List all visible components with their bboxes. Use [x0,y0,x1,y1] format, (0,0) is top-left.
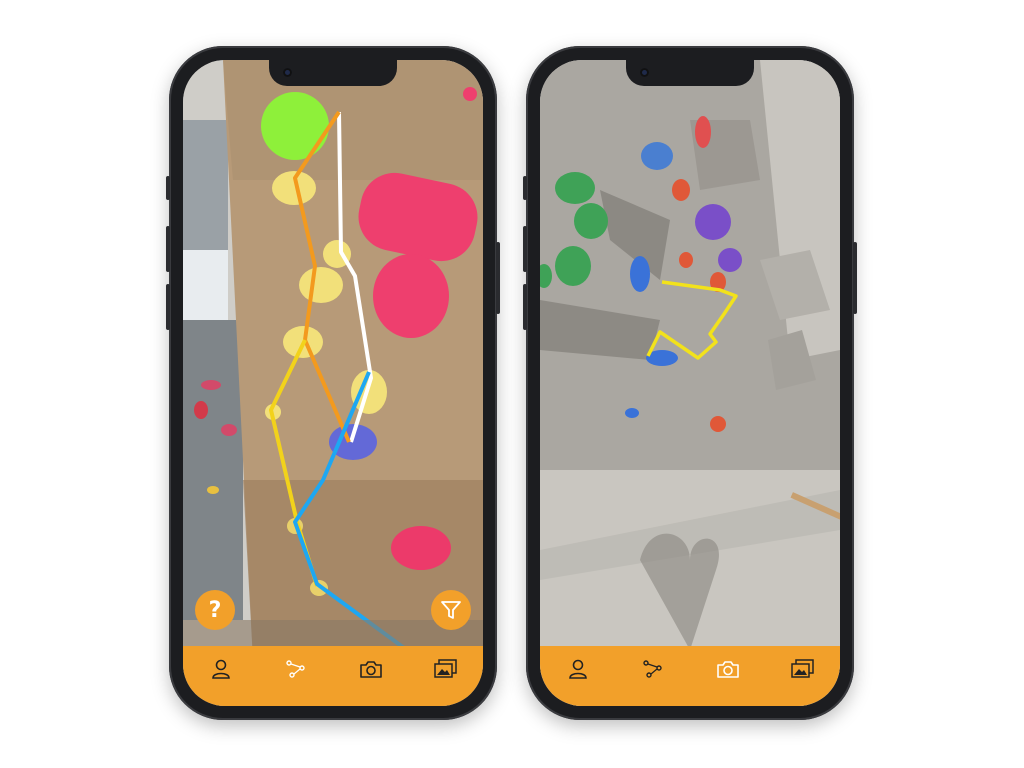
tab-routes[interactable] [276,652,316,686]
bottom-tab-bar [183,646,483,706]
route-icon [642,660,662,678]
phone-frame-right [523,46,857,720]
mute-switch [523,176,527,200]
mute-switch [166,176,170,200]
tab-camera[interactable] [708,652,748,686]
tab-gallery[interactable] [783,652,823,686]
tab-profile[interactable] [201,652,241,686]
screen-right [540,60,840,706]
phone-frame-left: ? [166,46,500,720]
gallery-icon [433,659,457,678]
volume-up-button [166,226,170,272]
notch [626,60,754,86]
camera-icon [716,661,739,678]
volume-down-button [523,284,527,330]
person-icon [211,659,230,679]
front-camera [283,68,292,77]
power-button [496,242,500,314]
tab-camera[interactable] [351,652,391,686]
front-camera [640,68,649,77]
help-label: ? [208,597,222,623]
route-icon [285,660,305,678]
hold-green [261,92,329,160]
screen-left: ? [183,60,483,706]
person-icon [568,659,587,679]
tab-profile[interactable] [558,652,598,686]
camera-icon [359,661,382,678]
volume-down-button [166,284,170,330]
power-button [853,242,857,314]
help-button[interactable]: ? [195,590,235,630]
tab-gallery[interactable] [426,652,466,686]
filter-icon [441,601,461,619]
climbing-wall-camera-view [540,60,840,706]
bottom-tab-bar [540,646,840,706]
gallery-icon [790,659,814,678]
filter-button[interactable] [431,590,471,630]
notch [269,60,397,86]
volume-up-button [523,226,527,272]
tab-routes[interactable] [633,652,673,686]
